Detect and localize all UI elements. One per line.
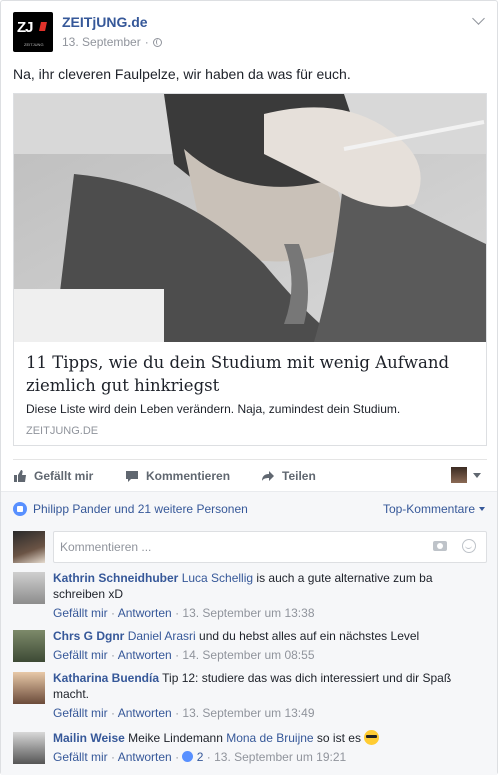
comment-author[interactable]: Mailin Weise: [53, 731, 125, 745]
comment-meta: Gefällt mir · Antworten · 13. September …: [53, 606, 315, 620]
current-user-avatar: [13, 531, 45, 563]
comment-meta: Gefällt mir · Antworten · 14. September …: [53, 648, 315, 662]
comment-text: und du hebst alles auf ein nächstes Leve…: [195, 629, 420, 643]
link-preview-image[interactable]: [14, 94, 486, 342]
comment-author[interactable]: Katharina Buendía: [53, 671, 159, 685]
comment-author[interactable]: Kathrin Schneidhuber: [53, 571, 178, 585]
student-photo: [14, 94, 486, 342]
comment-body: Chrs G Dgnr Daniel Arasri und du hebst a…: [53, 628, 483, 663]
logo-accent: [39, 22, 47, 31]
share-button[interactable]: Teilen: [261, 469, 316, 483]
reactions-bar: Philipp Pander und 21 weitere Personen T…: [1, 491, 497, 526]
link-domain: ZEITJUNG.DE: [26, 425, 99, 437]
share-arrow-icon: [262, 471, 274, 481]
comment-icon: [126, 471, 138, 482]
comment-button-label: Kommentieren: [146, 469, 231, 483]
comment-sort-dropdown[interactable]: Top-Kommentare: [383, 502, 485, 516]
emoji-icon[interactable]: [462, 539, 476, 553]
camera-icon[interactable]: [433, 541, 447, 551]
thumbs-up-icon: [14, 470, 26, 482]
comment-meta: Gefällt mir · Antworten · 2 · 13. Septem…: [53, 750, 347, 764]
comment-meta: Gefällt mir · Antworten · 13. September …: [53, 706, 315, 720]
comment-body: Katharina Buendía Tip 12: studiere das w…: [53, 670, 483, 721]
commenter-avatar[interactable]: [13, 630, 45, 662]
like-button-label: Gefällt mir: [34, 469, 94, 483]
comment-button[interactable]: Kommentieren: [125, 469, 230, 483]
comment-time[interactable]: 14. September um 08:55: [182, 648, 314, 662]
comment-time[interactable]: 13. September um 13:49: [182, 706, 314, 720]
meta-separator: ·: [144, 35, 149, 49]
comment-tag[interactable]: Mona de Bruijne: [226, 731, 313, 745]
post-meta: 13. September ·: [62, 35, 162, 49]
comment-reply-link[interactable]: Antworten: [118, 606, 172, 620]
comment-body: Mailin Weise Meike Lindemann Mona de Bru…: [53, 730, 483, 765]
link-preview[interactable]: 11 Tipps, wie du dein Studium mit wenig …: [13, 93, 487, 446]
comment-text: so ist es: [313, 731, 361, 745]
logo-subtext: ZEITJUNG: [24, 42, 44, 47]
like-count-icon: [182, 751, 194, 762]
sunglasses-emoji-icon: [364, 730, 380, 745]
page-logo[interactable]: ZJ ZEITJUNG: [13, 12, 53, 52]
like-reaction-icon: [13, 502, 27, 516]
comment-like-link[interactable]: Gefällt mir: [53, 648, 108, 662]
like-button[interactable]: Gefällt mir: [13, 469, 93, 483]
likers-link[interactable]: Philipp Pander und 21 weitere Personen: [33, 502, 248, 516]
comment-like-count[interactable]: 2: [197, 750, 204, 764]
comment-reply-link[interactable]: Antworten: [118, 706, 172, 720]
commenter-avatar[interactable]: [13, 732, 45, 764]
comment-body: Kathrin Schneidhuber Luca Schellig is au…: [53, 570, 483, 621]
comment-author[interactable]: Chrs G Dgnr: [53, 629, 124, 643]
comment-like-link[interactable]: Gefällt mir: [53, 750, 108, 764]
page-name-link[interactable]: ZEITjUNG.de: [62, 14, 148, 30]
comment-time[interactable]: 13. September um 13:38: [182, 606, 314, 620]
post-text: Na, ihr cleveren Faulpelze, wir haben da…: [13, 66, 351, 82]
logo-text: ZJ: [17, 19, 33, 36]
post-card: ZJ ZEITJUNG ZEITjUNG.de 13. September · …: [0, 0, 498, 775]
comment-like-link[interactable]: Gefällt mir: [53, 706, 108, 720]
comment-time[interactable]: 13. September um 19:21: [214, 750, 346, 764]
share-button-label: Teilen: [282, 469, 316, 483]
comment-like-link[interactable]: Gefällt mir: [53, 606, 108, 620]
comment-input[interactable]: [53, 531, 487, 563]
chevron-down-icon: [479, 507, 485, 511]
post-date[interactable]: 13. September: [62, 35, 141, 49]
comment-text-before: Meike Lindemann: [124, 731, 227, 745]
commenter-avatar[interactable]: [13, 572, 45, 604]
globe-icon: [152, 37, 162, 47]
action-bar: Gefällt mir Kommentieren Teilen: [13, 459, 487, 490]
comment-reply-link[interactable]: Antworten: [118, 648, 172, 662]
link-title[interactable]: 11 Tipps, wie du dein Studium mit wenig …: [26, 351, 466, 397]
comment-sort-label: Top-Kommentare: [382, 502, 475, 516]
comment-tag[interactable]: Luca Schellig: [182, 571, 253, 585]
commenter-avatar[interactable]: [13, 672, 45, 704]
comment-tag[interactable]: Daniel Arasri: [128, 629, 196, 643]
link-description: Diese Liste wird dein Leben verändern. N…: [26, 402, 401, 416]
share-as-avatar[interactable]: [451, 467, 467, 483]
comment-reply-link[interactable]: Antworten: [118, 750, 172, 764]
share-as-caret-icon[interactable]: [473, 473, 481, 478]
post-options-chevron-icon[interactable]: [472, 12, 485, 25]
